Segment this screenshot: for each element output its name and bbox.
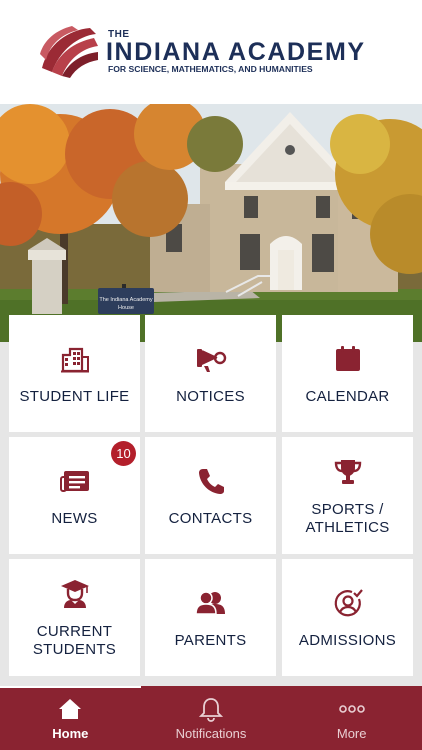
bottom-tab-bar: Home Notifications More bbox=[0, 686, 422, 750]
newspaper-icon bbox=[58, 464, 92, 498]
tile-sports-athletics[interactable]: SPORTS / ATHLETICS bbox=[282, 437, 413, 554]
tile-label: CONTACTS bbox=[168, 509, 253, 527]
tile-label: CURRENT STUDENTS bbox=[32, 622, 117, 658]
home-icon bbox=[57, 696, 83, 722]
logo-name-text: INDIANA ACADEMY bbox=[106, 38, 366, 66]
app-screen: THE INDIANA ACADEMY FOR SCIENCE, MATHEMA… bbox=[0, 0, 422, 750]
tile-contacts[interactable]: CONTACTS bbox=[145, 437, 276, 554]
tile-label: NEWS bbox=[51, 509, 98, 527]
tile-admissions[interactable]: ADMISSIONS bbox=[282, 559, 413, 676]
academy-logo-mark bbox=[40, 26, 98, 78]
tile-news[interactable]: 10 NEWS bbox=[9, 437, 140, 554]
tab-notifications[interactable]: Notifications bbox=[141, 686, 282, 750]
tab-label: More bbox=[336, 726, 367, 741]
more-icon bbox=[338, 696, 365, 722]
tile-label: SPORTS / ATHLETICS bbox=[305, 500, 390, 536]
trophy-icon bbox=[331, 455, 365, 489]
graduate-icon bbox=[58, 577, 92, 611]
tile-label: NOTICES bbox=[176, 387, 245, 405]
menu-grid: STUDENT LIFE NOTICES CALENDAR 10 NEWS CO… bbox=[0, 310, 422, 686]
tile-label: PARENTS bbox=[174, 631, 247, 649]
people-icon bbox=[194, 586, 228, 620]
app-header: THE INDIANA ACADEMY FOR SCIENCE, MATHEMA… bbox=[0, 0, 422, 104]
megaphone-icon bbox=[194, 342, 228, 376]
tile-calendar[interactable]: CALENDAR bbox=[282, 315, 413, 432]
tile-parents[interactable]: PARENTS bbox=[145, 559, 276, 676]
sign-text-line1: The Indiana Academy bbox=[99, 297, 152, 303]
tile-student-life[interactable]: STUDENT LIFE bbox=[9, 315, 140, 432]
tab-home[interactable]: Home bbox=[0, 686, 141, 750]
bell-icon bbox=[198, 696, 224, 722]
tile-current-students[interactable]: CURRENT STUDENTS bbox=[9, 559, 140, 676]
tile-notices[interactable]: NOTICES bbox=[145, 315, 276, 432]
calendar-icon bbox=[331, 342, 365, 376]
tile-label: ADMISSIONS bbox=[298, 631, 397, 649]
tile-label: CALENDAR bbox=[305, 387, 390, 405]
tab-more[interactable]: More bbox=[281, 686, 422, 750]
tab-label: Notifications bbox=[175, 726, 247, 741]
phone-icon bbox=[194, 464, 228, 498]
news-count-badge: 10 bbox=[111, 441, 136, 466]
tab-label: Home bbox=[52, 726, 89, 741]
campus-hero-image: The Indiana Academy House bbox=[0, 104, 422, 342]
tile-label: STUDENT LIFE bbox=[19, 387, 130, 405]
building-icon bbox=[58, 342, 92, 376]
user-check-icon bbox=[331, 586, 365, 620]
logo-subtitle-text: FOR SCIENCE, MATHEMATICS, AND HUMANITIES bbox=[108, 64, 313, 74]
